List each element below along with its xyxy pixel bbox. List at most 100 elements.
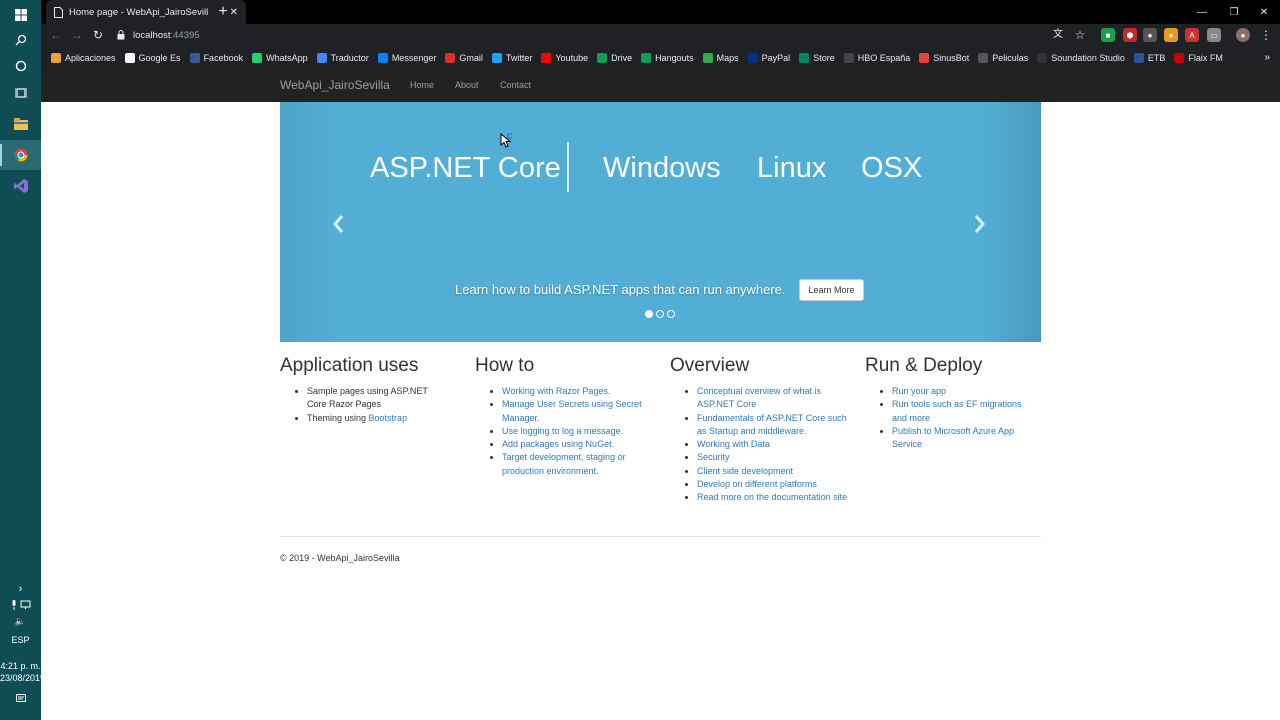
site-brand-link[interactable]: WebApi_JairoSevilla (280, 78, 390, 92)
language-indicator[interactable]: ESP (0, 635, 41, 645)
bookmark-favicon-icon (316, 53, 327, 63)
browser-window: Home page - WebApi_JairoSevill ✕ + — ❐ ✕… (41, 0, 1280, 70)
list-link[interactable]: Publish to Microsoft Azure App Service (892, 426, 1014, 449)
bookmark-favicon-icon (747, 53, 758, 63)
bookmark-item[interactable]: Aplicaciones (51, 53, 116, 63)
menu-kebab-icon[interactable]: ⋮ (1257, 27, 1275, 43)
bookmark-item[interactable]: Store (799, 53, 835, 63)
search-icon (15, 34, 26, 46)
chevron-up-icon[interactable]: › (0, 583, 41, 595)
list-link[interactable]: Manage User Secrets using Secret Manager… (502, 399, 642, 422)
bookmark-item[interactable]: Twitter (491, 53, 533, 63)
bookmark-label: HBO España (857, 53, 911, 63)
extension-location-icon[interactable]: ● (1164, 28, 1178, 42)
translate-icon[interactable]: 文 (1049, 27, 1067, 43)
bookmark-star-icon[interactable]: ☆ (1071, 27, 1089, 43)
folder-icon (13, 118, 28, 130)
learn-more-button[interactable]: Learn More (799, 279, 864, 301)
bookmark-item[interactable]: Messenger (377, 53, 437, 63)
carousel-caption: Learn how to build ASP.NET apps that can… (455, 282, 786, 297)
list-link[interactable]: Client side development (697, 466, 793, 476)
bookmarks-overflow-icon[interactable]: » (1264, 52, 1270, 63)
close-window-button[interactable]: ✕ (1249, 0, 1279, 24)
volume-icon[interactable]: 🔈 (0, 616, 41, 627)
list-link[interactable]: Target development, staging or productio… (502, 452, 626, 475)
bookmark-favicon-icon (597, 53, 608, 63)
adblock-icon[interactable]: ⬢ (1123, 28, 1137, 42)
task-view-button[interactable] (0, 78, 41, 108)
extension-green-icon[interactable]: ■ (1101, 28, 1115, 42)
notifications-icon[interactable] (0, 694, 41, 706)
visual-studio-button[interactable] (0, 171, 41, 201)
list-link[interactable]: Fundamentals of ASP.NET Core such as Sta… (697, 413, 847, 436)
bookmark-item[interactable]: PayPal (747, 53, 790, 63)
bookmark-item[interactable]: Facebook (189, 53, 243, 63)
bookmark-item[interactable]: Hangouts (641, 53, 694, 63)
list-link[interactable]: Run your app (892, 386, 946, 396)
list-link[interactable]: Security (697, 452, 730, 462)
list-link[interactable]: Conceptual overview of what is ASP.NET C… (697, 386, 821, 409)
carousel-indicator-2[interactable] (656, 310, 664, 318)
nav-contact-link[interactable]: Contact (500, 80, 531, 90)
microphone-icon[interactable] (10, 600, 18, 610)
bookmark-item[interactable]: Traductor (316, 53, 369, 63)
bookmark-favicon-icon (541, 53, 552, 63)
bookmark-item[interactable]: HBO España (843, 53, 911, 63)
extension-printer-icon[interactable]: ▭ (1207, 28, 1221, 42)
windows-logo-icon (14, 9, 27, 21)
nav-home-link[interactable]: Home (410, 80, 434, 90)
bookmark-item[interactable]: Maps (702, 53, 739, 63)
clock-time[interactable]: 4:21 p. m. (0, 661, 41, 671)
bookmark-item[interactable]: Soundation Studio (1037, 53, 1125, 63)
list-link[interactable]: Working with Razor Pages. (502, 386, 610, 396)
bookmark-label: Store (813, 53, 835, 63)
forward-button[interactable]: → (68, 27, 86, 43)
list-link[interactable]: Read more on the documentation site (697, 492, 847, 502)
bookmark-label: SinusBot (933, 53, 970, 63)
network-icon[interactable] (20, 600, 31, 610)
url-host: localhost (133, 29, 171, 41)
nav-about-link[interactable]: About (455, 80, 479, 90)
minimize-button[interactable]: — (1187, 0, 1217, 24)
carousel-indicator-3[interactable] (667, 310, 675, 318)
back-button[interactable]: ← (47, 27, 65, 43)
bookmark-item[interactable]: ETB (1133, 53, 1165, 63)
column-overview: Overview Conceptual overview of what is … (670, 355, 850, 505)
restore-button[interactable]: ❐ (1219, 0, 1249, 24)
cortana-button[interactable] (0, 51, 41, 81)
chrome-taskbar-button[interactable] (0, 140, 41, 170)
tab-title: Home page - WebApi_JairoSevill (69, 6, 209, 18)
profile-avatar-icon[interactable]: ● (1236, 28, 1250, 42)
list-link[interactable]: Develop on different platforms (697, 479, 817, 489)
list-link[interactable]: Working with Data (697, 439, 770, 449)
column-title: Overview (670, 355, 750, 376)
bookmark-item[interactable]: Peliculas (978, 53, 1028, 63)
hero-carousel[interactable]: ASP.NET Core Windows Linux OSX Learn how… (280, 102, 1041, 342)
carousel-next-icon[interactable] (974, 214, 986, 240)
file-explorer-button[interactable] (0, 109, 41, 139)
pdf-extension-icon[interactable]: A (1185, 28, 1199, 42)
clock-date[interactable]: 23/08/2019 (0, 673, 45, 683)
address-bar[interactable]: localhost:44395 (117, 27, 200, 43)
bookmark-label: Twitter (505, 53, 533, 63)
bookmark-item[interactable]: Flaix FM (1174, 53, 1223, 63)
bootstrap-link[interactable]: Bootstrap (369, 413, 408, 423)
carousel-indicator-1[interactable] (645, 310, 653, 318)
bookmark-label: Messenger (391, 53, 437, 63)
column-title: Application uses (280, 355, 419, 376)
bookmark-item[interactable]: SinusBot (919, 53, 969, 63)
list-link[interactable]: Run tools such as EF migrations and more (892, 399, 1022, 422)
bookmark-item[interactable]: Google Es (124, 53, 181, 63)
tray-icons (0, 600, 41, 612)
extension-bulb-icon[interactable]: ● (1143, 28, 1157, 42)
carousel-prev-icon[interactable] (332, 214, 344, 240)
reload-button[interactable]: ↻ (89, 27, 107, 43)
bookmark-item[interactable]: WhatsApp (252, 53, 308, 63)
bookmark-item[interactable]: Youtube (541, 53, 588, 63)
bookmark-label: Youtube (555, 53, 589, 63)
new-tab-button[interactable]: + (213, 2, 233, 22)
bookmark-item[interactable]: Gmail (445, 53, 483, 63)
list-link[interactable]: Use logging to log a message. (502, 426, 623, 436)
bookmark-item[interactable]: Drive (597, 53, 632, 63)
list-link[interactable]: Add packages using NuGet. (502, 439, 614, 449)
